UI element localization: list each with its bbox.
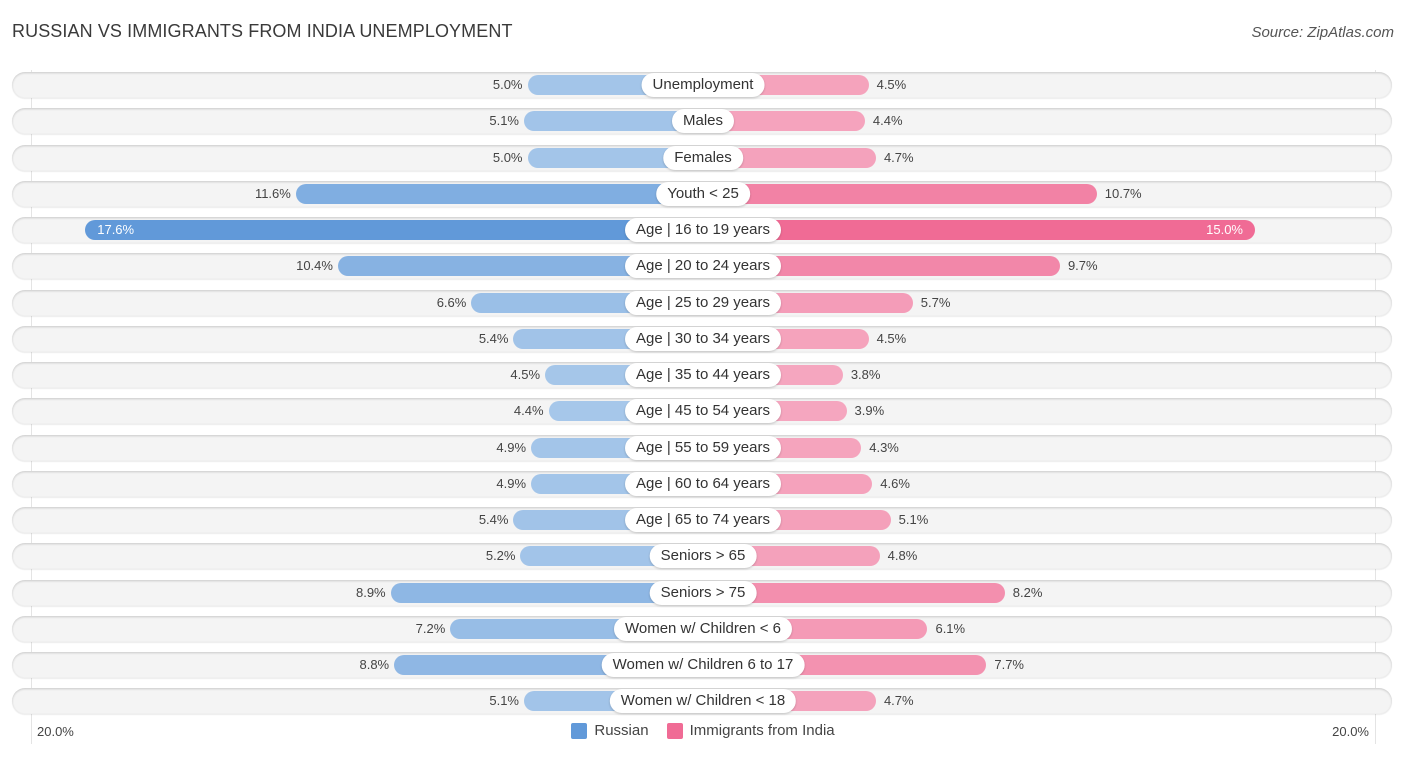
value-label-russian: 5.0% (492, 149, 523, 165)
value-label-russian: 8.9% (355, 584, 386, 600)
value-label-india: 3.8% (850, 367, 881, 382)
legend-label-india: Immigrants from India (689, 722, 835, 739)
category-label: Unemployment (641, 73, 765, 97)
legend: Russian Immigrants from India (0, 722, 1406, 739)
value-label-russian: 4.9% (496, 439, 527, 455)
value-label-russian: 5.4% (478, 330, 509, 346)
value-label-russian: 7.2% (415, 620, 446, 636)
legend-item-india[interactable]: Immigrants from India (666, 722, 835, 739)
bar-russian[interactable] (85, 220, 703, 240)
value-label-russian: 8.8% (359, 657, 390, 672)
value-label-india: 5.1% (898, 512, 929, 527)
value-label-india: 6.1% (935, 620, 966, 636)
value-label-india: 7.7% (994, 657, 1024, 672)
value-label-india: 4.6% (880, 475, 910, 491)
category-label: Women w/ Children 6 to 17 (601, 653, 805, 677)
value-label-india: 8.2% (1012, 584, 1043, 600)
category-label: Seniors > 75 (649, 580, 757, 605)
value-label-russian: 6.6% (436, 294, 467, 310)
value-label-india: 4.3% (869, 439, 899, 455)
category-label: Age | 65 to 74 years (625, 508, 781, 532)
bar-india[interactable] (703, 183, 1097, 204)
bar-russian[interactable] (295, 183, 703, 204)
legend-item-russian[interactable]: Russian (571, 722, 649, 739)
category-label: Youth < 25 (656, 181, 750, 206)
value-label-russian: 4.5% (510, 367, 541, 382)
category-label: Age | 35 to 44 years (625, 363, 781, 387)
category-label: Age | 55 to 59 years (625, 435, 781, 460)
value-label-russian: 10.4% (296, 258, 333, 274)
category-label: Age | 20 to 24 years (625, 254, 781, 279)
value-label-india: 4.4% (872, 113, 903, 129)
value-label-russian: 4.9% (496, 475, 527, 491)
value-label-russian: 5.4% (478, 512, 509, 527)
category-label: Age | 30 to 34 years (625, 326, 781, 351)
legend-swatch-russian (571, 722, 588, 739)
value-label-india: 4.5% (876, 77, 907, 92)
value-label-india: 4.8% (887, 548, 918, 564)
value-label-india: 9.7% (1067, 258, 1098, 274)
category-label: Seniors > 65 (649, 544, 757, 569)
category-label: Males (671, 109, 735, 134)
category-label: Age | 45 to 54 years (625, 399, 781, 424)
value-label-russian: 4.4% (513, 403, 544, 419)
category-label: Age | 25 to 29 years (625, 290, 781, 315)
value-label-india: 15.0% (1206, 222, 1243, 237)
value-label-russian: 11.6% (254, 185, 291, 201)
category-label: Females (663, 145, 743, 170)
value-label-russian: 5.2% (485, 548, 516, 564)
chart-rows: 5.0% 4.5% Unemployment 5.1% 4.4% Males 5.0% 4.7… (0, 0, 1406, 757)
value-label-india: 10.7% (1104, 185, 1142, 201)
value-label-india: 5.7% (920, 294, 951, 310)
category-label: Age | 16 to 19 years (625, 218, 781, 242)
value-label-india: 4.5% (876, 330, 907, 346)
category-label: Women w/ Children < 18 (609, 689, 797, 714)
category-label: Age | 60 to 64 years (625, 471, 781, 496)
value-label-india: 4.7% (883, 149, 914, 165)
legend-label-russian: Russian (594, 722, 649, 739)
value-label-russian: 5.0% (492, 77, 523, 92)
value-label-russian: 5.1% (489, 693, 519, 709)
value-label-india: 4.7% (883, 693, 914, 709)
value-label-russian: 17.6% (97, 222, 135, 237)
legend-swatch-india (666, 722, 683, 739)
value-label-russian: 5.1% (489, 113, 519, 129)
category-label: Women w/ Children < 6 (613, 616, 793, 641)
bar-india[interactable] (703, 220, 1255, 240)
value-label-india: 3.9% (854, 403, 885, 419)
